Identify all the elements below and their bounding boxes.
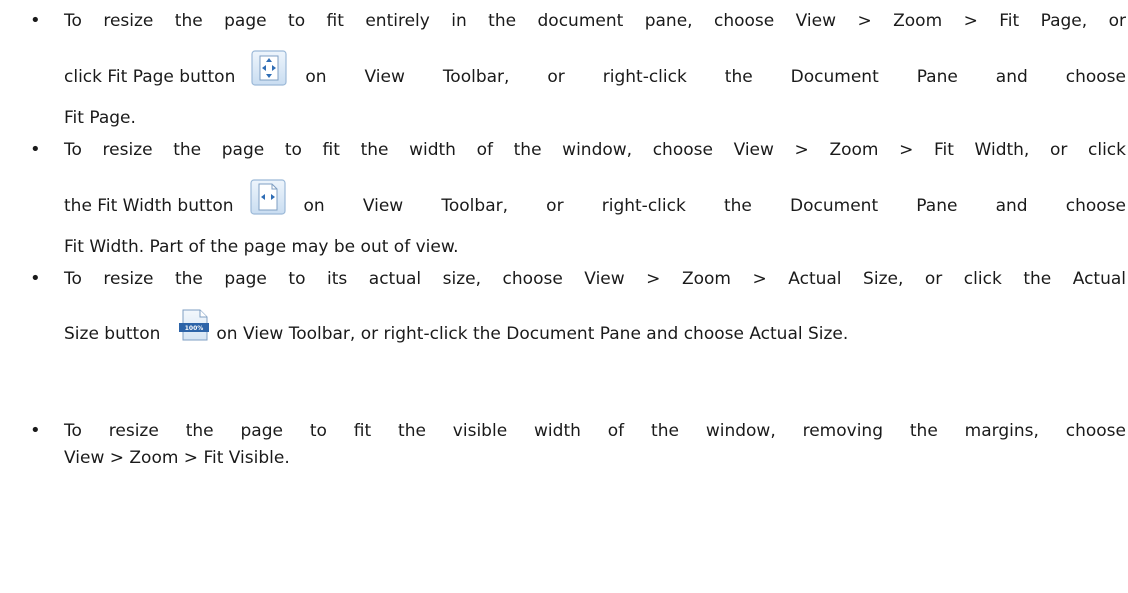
paragraph-line: To resize the page to fit entirely in th… bbox=[64, 11, 1126, 31]
fit-page-icon bbox=[251, 50, 287, 86]
paragraph-line: Size button 100% on View Toolbar, or rig… bbox=[64, 309, 849, 345]
actual-size-icon-label: 100% bbox=[185, 325, 204, 332]
paragraph-text: on View Toolbar, or right-click the Docu… bbox=[305, 67, 1126, 87]
fit-width-icon bbox=[249, 179, 286, 215]
paragraph-line: To resize the page to its actual size, c… bbox=[64, 269, 1126, 289]
paragraph-text: on View Toolbar, or right-click the Docu… bbox=[303, 196, 1126, 216]
paragraph-text: the Fit Width button bbox=[64, 196, 234, 216]
paragraph-text: Size button bbox=[64, 324, 161, 344]
bullet-marker: • bbox=[30, 139, 41, 160]
paragraph-line: the Fit Width button on View Toolbar, or… bbox=[64, 179, 1126, 217]
paragraph-text: click Fit Page button bbox=[64, 67, 236, 87]
actual-size-icon: 100% bbox=[176, 307, 212, 343]
paragraph-line: To resize the page to fit the visible wi… bbox=[64, 421, 1126, 441]
paragraph-text: on View Toolbar, or right-click the Docu… bbox=[216, 324, 849, 344]
paragraph-line: click Fit Page button on View Toolbar, o… bbox=[64, 50, 1126, 88]
paragraph-line: View > Zoom > Fit Visible. bbox=[64, 448, 290, 468]
bullet-marker: • bbox=[30, 10, 41, 31]
bullet-marker: • bbox=[30, 268, 41, 289]
bullet-marker: • bbox=[30, 420, 41, 441]
paragraph-line: To resize the page to fit the width of t… bbox=[64, 140, 1126, 160]
paragraph-line: Fit Page. bbox=[64, 108, 136, 128]
paragraph-line: Fit Width. Part of the page may be out o… bbox=[64, 237, 459, 257]
